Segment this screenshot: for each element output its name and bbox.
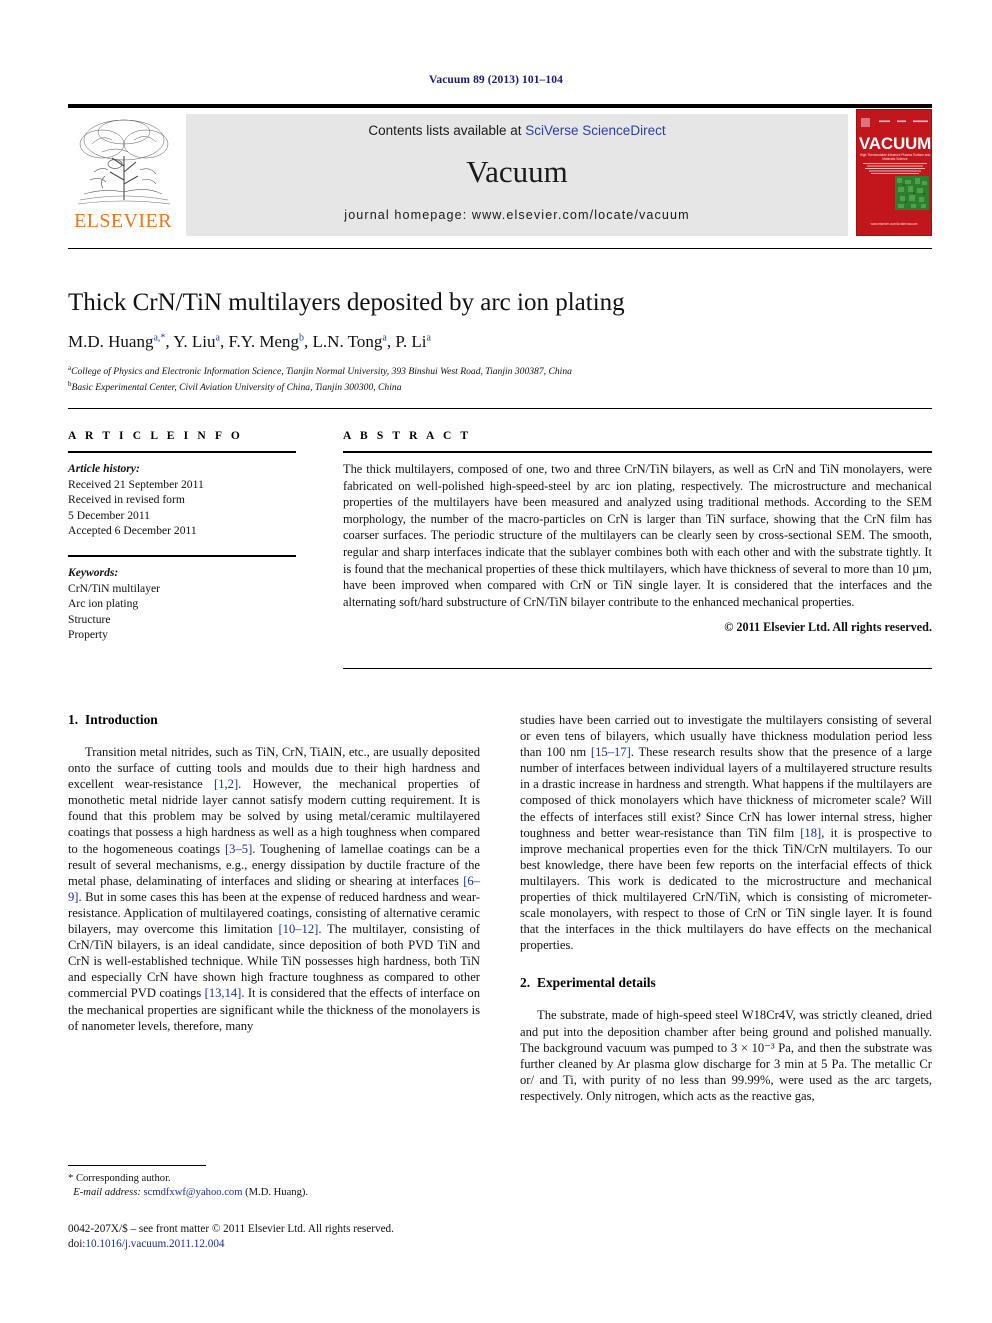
email-owner: (M.D. Huang).	[245, 1187, 309, 1198]
article-history: Article history: Received 21 September 2…	[68, 461, 296, 539]
abstract-rule	[343, 451, 932, 453]
article-info-block: A R T I C L E I N F O Article history: R…	[68, 430, 296, 643]
keywords-rule	[68, 554, 296, 557]
journal-title: Vacuum	[466, 154, 568, 189]
section-number-2: 2.	[520, 975, 531, 991]
abstract-block: A B S T R A C T The thick multilayers, c…	[343, 430, 932, 635]
cover-micrograph-image	[895, 176, 929, 210]
issn-copyright-line: 0042-207X/$ – see front matter © 2011 El…	[68, 1223, 394, 1235]
author-5-name: P. Li	[395, 332, 427, 351]
cover-text-block	[861, 162, 929, 175]
email-line: E-mail address: scmdfxwf@yahoo.com (M.D.…	[68, 1186, 480, 1200]
affiliation-b-text: Basic Experimental Center, Civil Aviatio…	[71, 382, 402, 394]
sciencedirect-link[interactable]: SciVerse ScienceDirect	[525, 123, 665, 138]
elsevier-wordmark: ELSEVIER	[74, 210, 172, 232]
history-item-0: Received 21 September 2011	[68, 477, 204, 491]
email-address-link[interactable]: scmdfxwf@yahoo.com	[144, 1187, 243, 1198]
cover-url: www.elsevier.com/locate/vacuum	[870, 222, 918, 226]
history-item-3: Accepted 6 December 2011	[68, 524, 197, 538]
info-top-rule	[68, 408, 932, 409]
doi-line: doi:10.1016/j.vacuum.2011.12.004	[68, 1237, 498, 1252]
doi-label: doi:	[68, 1237, 86, 1250]
author-2-name: Y. Liu	[173, 332, 216, 351]
abstract-copyright: © 2011 Elsevier Ltd. All rights reserved…	[724, 620, 932, 635]
masthead-panel: Contents lists available at SciVerse Sci…	[186, 114, 848, 236]
author-4-name: L.N. Tong	[312, 332, 383, 351]
body-column-right: studies have been carried out to investi…	[520, 712, 932, 1104]
corresponding-author-note: * Corresponding author.	[68, 1173, 171, 1184]
journal-homepage-link[interactable]: journal homepage: www.elsevier.com/locat…	[186, 208, 848, 222]
citation-ref-5[interactable]: [13,14]	[205, 986, 242, 1000]
footnote-block: * Corresponding author. E-mail address: …	[68, 1172, 480, 1200]
author-list: M.D. Huanga,*, Y. Liua, F.Y. Mengb, L.N.…	[68, 332, 431, 351]
affiliation-a-text: College of Physics and Electronic Inform…	[71, 366, 572, 378]
citation-ref-6[interactable]: [15–17]	[591, 745, 631, 759]
intro-paragraph-part-1: Transition metal nitrides, such as TiN, …	[68, 744, 480, 1034]
citation-ref-7[interactable]: [18]	[800, 826, 821, 840]
citation-ref-4[interactable]: [10–12]	[278, 922, 318, 936]
author-3: F.Y. Mengb	[228, 332, 304, 351]
article-info-heading: A R T I C L E I N F O	[68, 430, 243, 442]
citation-ref-1[interactable]: [1,2]	[214, 777, 238, 791]
abstract-heading: A B S T R A C T	[343, 430, 472, 442]
author-2: Y. Liua	[173, 332, 220, 351]
citation-ref-2[interactable]: [3–5]	[225, 842, 252, 856]
author-3-name: F.Y. Meng	[228, 332, 300, 351]
title-separator-rule	[68, 248, 932, 249]
contents-available-line: Contents lists available at SciVerse Sci…	[186, 123, 848, 138]
article-history-label: Article history:	[68, 462, 140, 475]
affiliation-a: aCollege of Physics and Electronic Infor…	[68, 362, 888, 378]
running-head: Vacuum 89 (2013) 101–104	[429, 74, 563, 86]
journal-cover-thumbnail: VACUUM High Thermostable Influence Plasm…	[856, 109, 932, 236]
body-column-left: 1. Introduction Transition metal nitrides…	[68, 712, 480, 1034]
history-item-2: 5 December 2011	[68, 508, 150, 522]
footer-copyright-block: 0042-207X/$ – see front matter © 2011 El…	[68, 1222, 498, 1251]
author-1-sup: a,*	[153, 332, 166, 344]
author-1: M.D. Huanga,*	[68, 332, 165, 351]
keyword-2: Structure	[68, 612, 111, 626]
intro-paragraph-part-2: studies have been carried out to investi…	[520, 712, 932, 953]
elsevier-tree-icon	[72, 114, 174, 208]
keywords-block: Keywords: CrN/TiN multilayer Arc ion pla…	[68, 565, 296, 643]
author-4-sup: a	[382, 332, 387, 344]
contents-prefix: Contents lists available at	[368, 123, 526, 138]
keyword-3: Property	[68, 628, 108, 642]
abstract-text: The thick multilayers, composed of one, …	[343, 462, 932, 609]
paper-page: Vacuum 89 (2013) 101–104 ELSEVIER Conten…	[0, 0, 992, 1323]
author-5: P. Lia	[395, 332, 431, 351]
section-heading-experimental: 2. Experimental details	[520, 975, 932, 991]
author-1-name: M.D. Huang	[68, 332, 154, 351]
elsevier-logo: ELSEVIER	[68, 114, 178, 236]
section-title-2: Experimental details	[537, 975, 656, 991]
author-5-sup: a	[426, 332, 431, 344]
affiliation-b: bBasic Experimental Center, Civil Aviati…	[68, 378, 888, 394]
journal-masthead: ELSEVIER Contents lists available at Sci…	[68, 104, 932, 238]
section-number-1: 1.	[68, 712, 79, 727]
author-3-sup: b	[299, 332, 305, 344]
keyword-0: CrN/TiN multilayer	[68, 581, 161, 595]
keywords-label: Keywords:	[68, 565, 119, 579]
page-title: Thick CrN/TiN multilayers deposited by a…	[68, 289, 625, 316]
doi-link[interactable]: 10.1016/j.vacuum.2011.12.004	[85, 1238, 224, 1250]
cover-top-bar	[861, 114, 929, 127]
history-item-1: Received in revised form	[68, 493, 185, 507]
author-4: L.N. Tonga	[313, 332, 387, 351]
experimental-paragraph-1: The substrate, made of high-speed steel …	[520, 1008, 932, 1103]
section-title-1: Introduction	[85, 712, 158, 727]
affiliation-list: aCollege of Physics and Electronic Infor…	[68, 362, 888, 394]
keyword-1: Arc ion plating	[68, 597, 139, 611]
section-heading-introduction: 1. Introduction	[68, 712, 480, 728]
email-label: E-mail address:	[73, 1187, 141, 1198]
footnote-rule	[68, 1165, 206, 1166]
masthead-top-rule	[68, 104, 932, 108]
abstract-bottom-rule	[343, 668, 932, 669]
intro-text-i: , it is prospective to improve mechanica…	[520, 825, 932, 953]
article-info-rule	[68, 451, 296, 453]
cover-subtitle: High Thermostable Influence Plasma Surfa…	[859, 153, 931, 161]
cover-title: VACUUM	[858, 134, 932, 153]
author-2-sup: a	[215, 332, 220, 344]
